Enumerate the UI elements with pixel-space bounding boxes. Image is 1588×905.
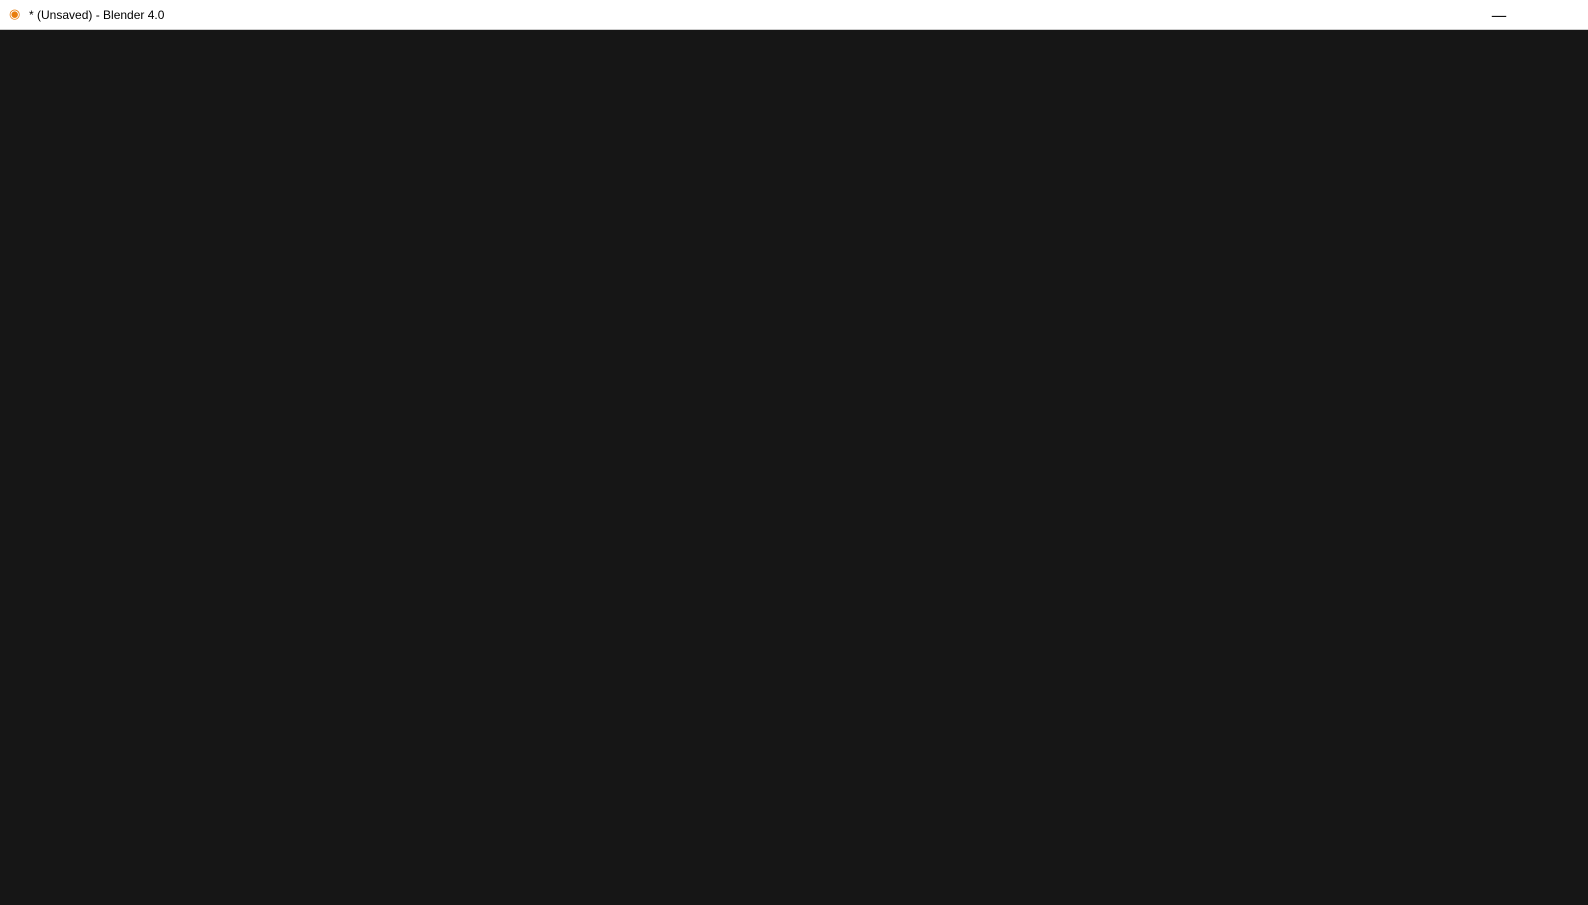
window-titlebar: ◉ * (Unsaved) - Blender 4.0 — xyxy=(0,0,1588,30)
window-title: * (Unsaved) - Blender 4.0 xyxy=(29,7,165,22)
minimize-icon: — xyxy=(1491,5,1507,25)
minimize-button[interactable]: — xyxy=(1476,0,1522,30)
blender-logo-icon: ◉ xyxy=(9,6,21,22)
